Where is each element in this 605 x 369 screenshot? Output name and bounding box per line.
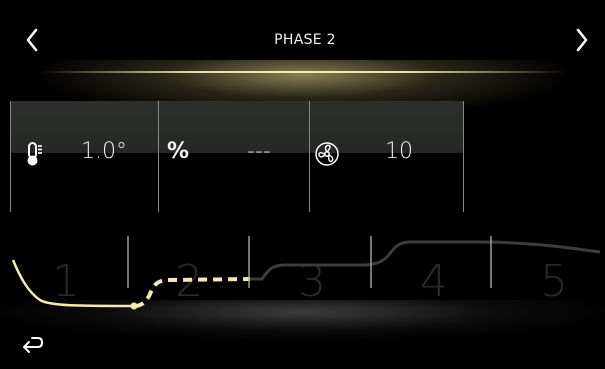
thermometer-icon [27,142,42,166]
page-title: PHASE 2 [274,32,336,48]
phase-curve-chart: 1 2 3 4 5 [11,236,600,310]
temperature-param[interactable]: 1.0° [10,101,159,212]
next-phase-button[interactable] [568,24,596,56]
temperature-value: 1.0° [81,139,127,164]
percent-icon: % [167,139,190,164]
fan-param[interactable]: 10 [309,101,464,212]
fan-value: 10 [385,139,413,164]
header-accent-line [40,71,565,73]
phase-label-5: 5 [540,256,568,307]
chevron-right-icon [576,28,588,52]
phase-label-4: 4 [420,256,448,307]
phase-parameters: 1.0° % --- 10 [10,101,464,212]
return-arrow-icon[interactable] [18,333,44,355]
humidity-value: --- [247,139,271,164]
phase-label-1: 1 [52,256,80,307]
fan-icon [315,142,339,166]
humidity-param[interactable]: % --- [158,101,310,212]
screen: PHASE 2 1.0° % --- 10 1 2 3 4 5 [0,0,605,369]
header: PHASE 2 [10,10,600,72]
